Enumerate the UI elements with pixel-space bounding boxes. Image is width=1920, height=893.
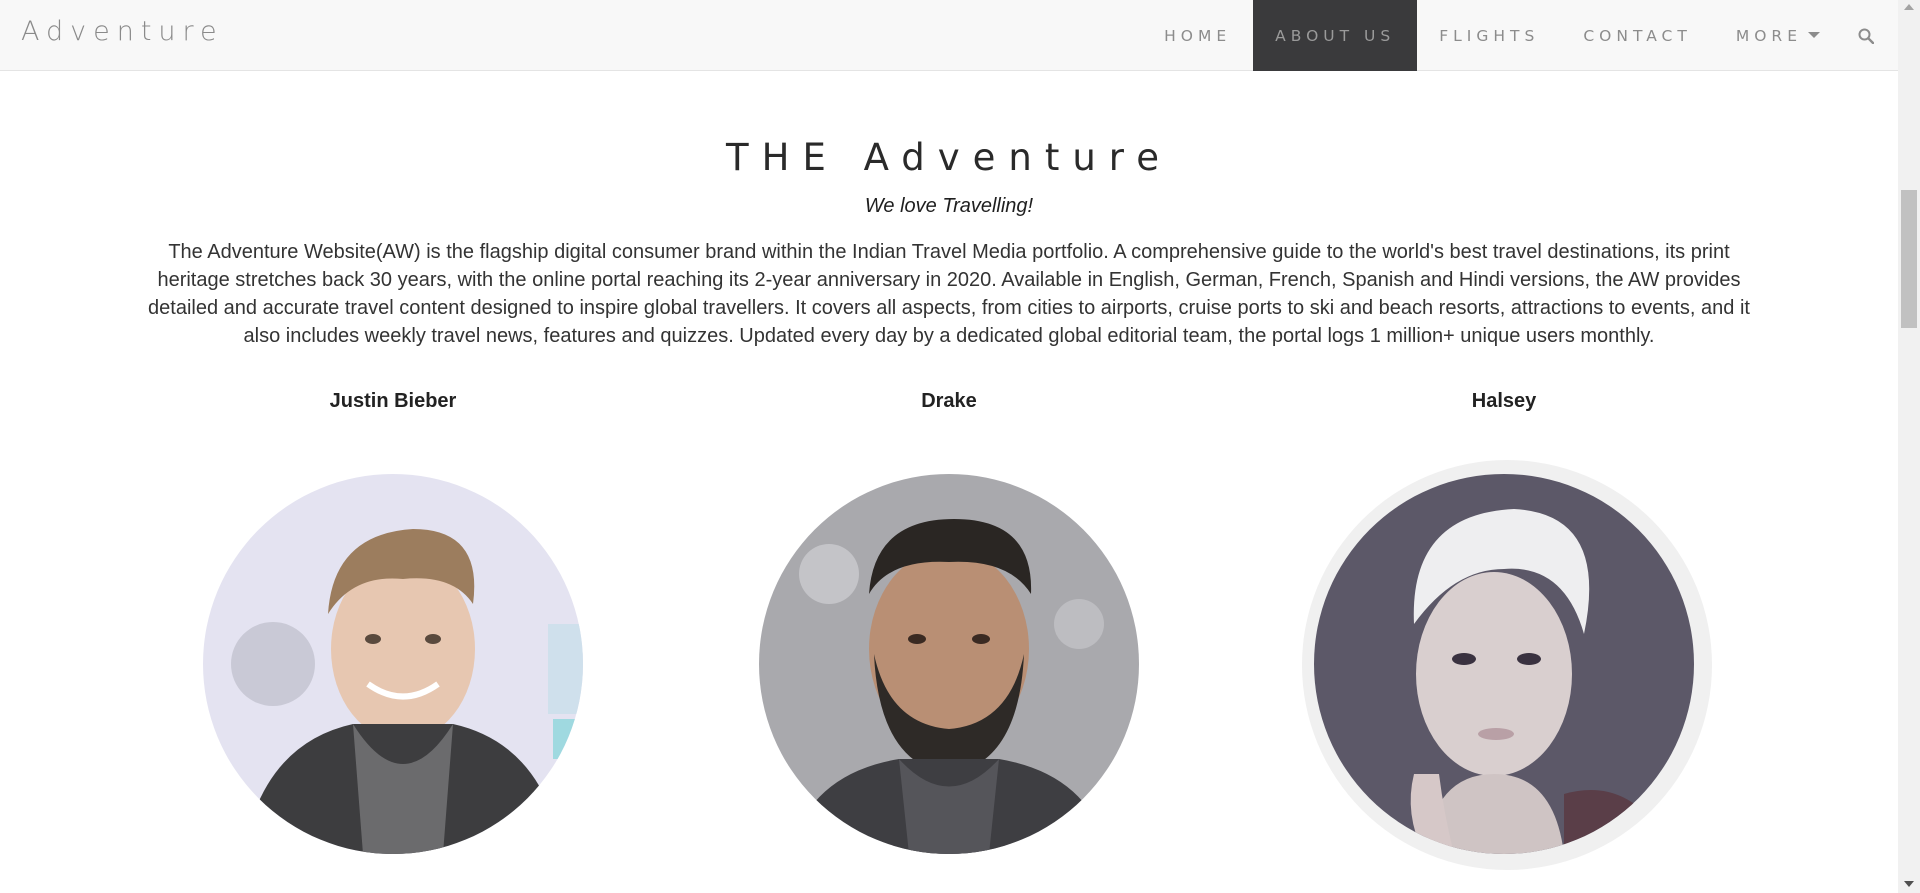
- nav-about-us[interactable]: ABOUT US: [1253, 0, 1418, 71]
- nav-about-us-label: ABOUT US: [1275, 26, 1396, 45]
- member-photo: [759, 474, 1139, 854]
- scroll-up-arrow-icon[interactable]: [1904, 4, 1914, 10]
- page-scrollbar[interactable]: [1898, 0, 1920, 893]
- page-title: THE Adventure: [726, 136, 1172, 179]
- member-portrait: [759, 474, 1139, 854]
- team-member-card: Drake: [749, 390, 1149, 854]
- nav-more-label: MORE: [1735, 26, 1802, 45]
- top-navbar: Adventure HOME ABOUT US FLIGHTS CONTACT …: [0, 0, 1898, 71]
- member-name: Justin Bieber: [329, 390, 457, 412]
- member-name: Halsey: [1471, 390, 1537, 412]
- nav-flights-label: FLIGHTS: [1439, 26, 1540, 45]
- page-subtitle: We love Travelling!: [864, 195, 1034, 217]
- nav-home[interactable]: HOME: [1142, 0, 1253, 71]
- brand-logo[interactable]: Adventure: [21, 16, 224, 47]
- scroll-down-arrow-icon[interactable]: [1904, 881, 1914, 887]
- nav-links: HOME ABOUT US FLIGHTS CONTACT MORE: [1142, 0, 1898, 71]
- member-photo: [1314, 474, 1694, 854]
- nav-contact[interactable]: CONTACT: [1561, 0, 1714, 71]
- nav-home-label: HOME: [1164, 26, 1232, 45]
- search-button[interactable]: [1842, 0, 1898, 71]
- chevron-down-icon: [1808, 32, 1820, 38]
- about-description: The Adventure Website(AW) is the flagshi…: [148, 241, 1750, 347]
- member-photo: [203, 474, 583, 854]
- member-portrait: [1314, 474, 1694, 854]
- team-member-card: Halsey: [1302, 390, 1712, 870]
- nav-contact-label: CONTACT: [1583, 26, 1692, 45]
- member-portrait: [203, 474, 583, 854]
- search-icon: [1858, 28, 1874, 44]
- team-member-card: Justin Bieber: [193, 390, 593, 854]
- scrollbar-thumb[interactable]: [1901, 190, 1917, 328]
- nav-more-dropdown[interactable]: MORE: [1714, 0, 1842, 71]
- nav-flights[interactable]: FLIGHTS: [1417, 0, 1561, 71]
- member-name: Drake: [921, 390, 977, 412]
